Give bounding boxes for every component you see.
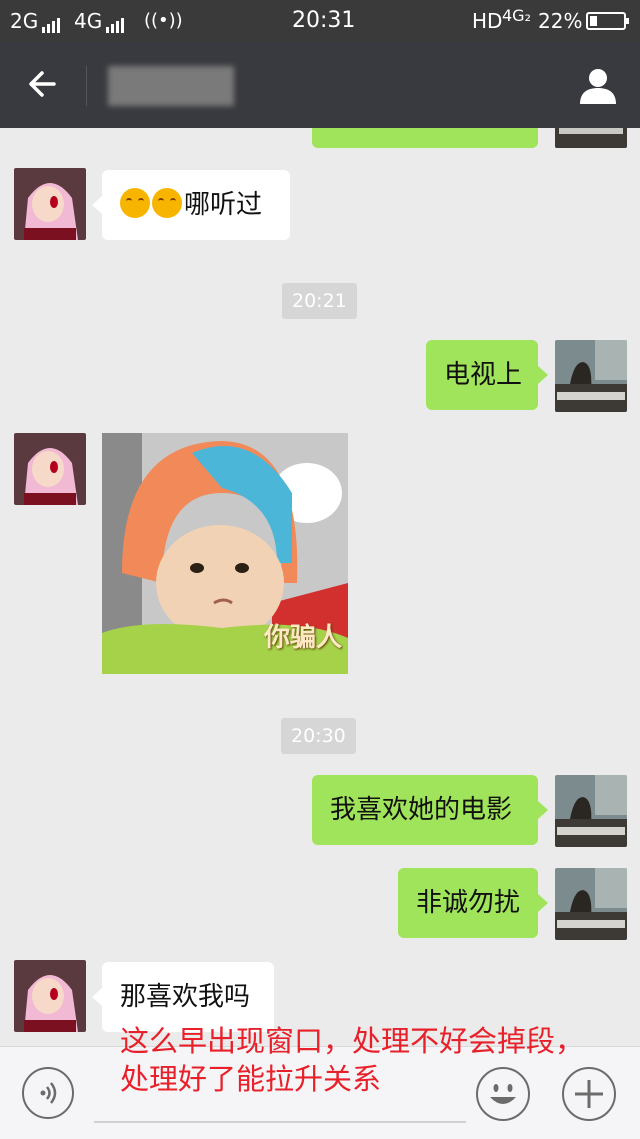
contact-name-blurred (108, 66, 234, 106)
my-avatar[interactable] (555, 128, 627, 148)
voice-icon (40, 1082, 57, 1104)
header-divider (86, 66, 87, 106)
voice-input-button[interactable] (22, 1067, 74, 1119)
message-text: 电视上 (444, 360, 523, 390)
status-time: 20:31 (292, 8, 356, 33)
message-bubble-outgoing[interactable]: 我喜欢她的电影 (312, 775, 548, 845)
back-arrow-icon[interactable] (24, 64, 64, 104)
hd-indicator: HD (472, 9, 503, 33)
message-bubble-outgoing[interactable]: 电视上 (426, 340, 548, 410)
battery-percent: 22% (538, 9, 583, 33)
network-type-indicator: 4G₂ (502, 6, 531, 25)
message-text: 那喜欢我吗 (120, 982, 251, 1012)
outgoing-bubble-partial[interactable] (312, 128, 538, 148)
sticker-image[interactable]: 你骗人 (102, 433, 348, 674)
battery-level (590, 16, 597, 26)
signal-bars-icon (106, 9, 126, 33)
message-text: 哪听过 (184, 190, 263, 220)
annotation-line: 这么早出现窗口，处理不好会掉段， (120, 1024, 585, 1058)
chat-header (0, 42, 640, 128)
my-avatar[interactable] (555, 868, 627, 940)
timestamp: 20:21 (282, 283, 357, 319)
my-avatar[interactable] (555, 775, 627, 847)
contact-avatar[interactable] (14, 960, 86, 1032)
message-input[interactable] (94, 1121, 466, 1123)
sticker-caption: 你骗人 (264, 623, 343, 653)
network-2g-indicator: 2G (10, 9, 62, 33)
annotation-overlay: 这么早出现窗口，处理不好会掉段， 处理好了能拉升关系 (120, 1022, 630, 1098)
battery-icon (586, 12, 629, 30)
message-text: 非诚勿扰 (416, 888, 521, 918)
message-bubble-incoming[interactable]: 哪听过 (92, 170, 290, 240)
annotation-line: 处理好了能拉升关系 (120, 1062, 382, 1096)
contact-avatar[interactable] (14, 168, 86, 240)
message-bubble-outgoing[interactable]: 非诚勿扰 (398, 868, 548, 938)
contact-avatar[interactable] (14, 433, 86, 505)
status-bar: 2G 4G ((•)) 20:31 HD 4G₂ 22% (0, 0, 640, 42)
message-text: 我喜欢她的电影 (330, 795, 513, 825)
contact-profile-icon[interactable] (576, 64, 620, 108)
facepalm-emoji-icon (152, 188, 182, 218)
my-avatar[interactable] (555, 340, 627, 412)
timestamp: 20:30 (281, 718, 356, 754)
hotspot-icon: ((•)) (144, 10, 183, 31)
facepalm-emoji-icon (120, 188, 150, 218)
chat-messages[interactable]: 哪听过 20:21 电视上 你骗人 20:30 我喜欢她的电影 非诚勿扰 那喜欢… (0, 128, 640, 1046)
signal-bars-icon (42, 9, 62, 33)
network-4g-indicator: 4G (74, 9, 126, 33)
